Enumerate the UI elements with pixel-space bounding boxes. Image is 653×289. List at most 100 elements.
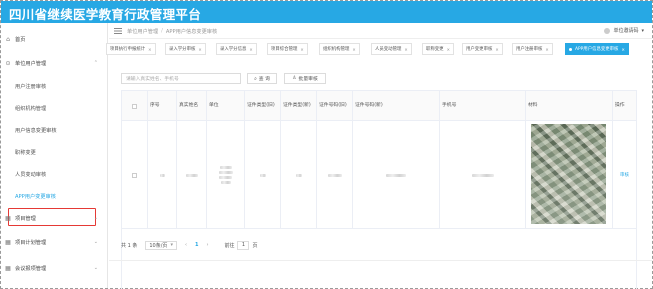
redacted-value [259,173,266,177]
sidebar-group-label: 项目计划管理 [15,239,47,246]
cell-id-type-new [281,121,317,229]
breadcrumb-item: APP用户信息变更审核 [165,28,218,35]
tab-strip: 项目执行申报统计 ✕ 录入学分审核 ✕ 录入学分信息 ✕ 项目综合管理 ✕ 组织机构管理… [106,43,652,57]
sidebar: ⌂ 首页 ⊙ 单位用户管理 ⌃ 用户注册审核 组织机构管理 用户信息变更审核 职… [1,23,108,288]
close-icon[interactable]: ✕ [621,47,624,52]
breadcrumb-item[interactable]: 单位用户管理 [127,28,158,35]
col-header: 证件号码(新) [353,91,440,121]
search-input[interactable]: 请输入真实姓名、手机号 [121,73,241,84]
sidebar-item-staff-change-review[interactable]: 人员变动审核 [15,171,46,178]
close-icon[interactable]: ✕ [300,47,303,52]
sidebar-group-label: 会议报项管理 [15,265,47,272]
close-icon[interactable]: ✕ [148,47,151,52]
sidebar-group-label: 项目管理 [15,215,36,222]
col-header: 操作 [615,103,625,108]
pagination: 共 1 条 10条/页 ▾ ‹ 1 › 前往 1 页 [121,240,257,250]
close-icon[interactable]: ✕ [545,47,548,52]
chevron-down-icon: ⌄ [93,239,98,245]
tab-user-change-review[interactable]: 用户变更审核 ✕ [462,43,503,55]
sidebar-item-register-review[interactable]: 用户注册审核 [15,83,46,90]
tab-staff-change[interactable]: 人员变动管理 ✕ [371,43,412,55]
sidebar-group-project-manage[interactable]: ▦ 项目管理 ⌄ [1,211,108,225]
cell-unit [207,121,245,229]
tab-label: 项目综合管理 [271,47,298,52]
close-icon[interactable]: ✕ [249,47,252,52]
tab-credit-review[interactable]: 录入学分审核 ✕ [165,43,206,55]
user-area[interactable]: 单位邀请码 ▾ [604,27,644,34]
col-header: 证件号码(旧) [317,91,353,121]
tab-org-manage[interactable]: 组织机构管理 ✕ [319,43,360,55]
col-header: 证件类型(新) [281,91,317,121]
close-icon[interactable]: ✕ [404,47,407,52]
redacted-value [219,176,232,179]
user-label: 单位邀请码 [613,28,639,34]
tab-app-info-change[interactable]: APP用户信息变更审核 ✕ [565,43,629,55]
sidebar-item-info-change-review[interactable]: 用户信息变更审核 [15,127,57,134]
sidebar-item-app-change-review[interactable]: APP用户变更审核 [15,193,56,200]
close-icon[interactable]: ✕ [495,47,498,52]
chevron-up-icon: ⌃ [93,60,98,66]
cell-id-number-old [317,121,353,229]
tab-label: 人员变动管理 [375,47,402,52]
grid-icon: ▦ [5,214,11,222]
menu-collapse-icon[interactable] [114,28,122,34]
select-all-cell [122,91,148,121]
tab-title-change[interactable]: 职称变更 ✕ [422,43,454,55]
avatar [604,27,611,34]
cell-index [148,121,177,229]
redacted-value [219,166,232,169]
breadcrumb-separator: / [161,28,163,34]
query-button[interactable]: ⌕ 查 询 [247,73,277,84]
review-link[interactable]: 审核 [620,172,629,178]
sidebar-item-title-change[interactable]: 职称变更 [15,149,36,156]
close-icon[interactable]: ✕ [198,47,201,52]
cell-phone [440,121,526,229]
tab-project-manage[interactable]: 项目综合管理 ✕ [267,43,308,55]
close-icon[interactable]: ✕ [352,47,355,52]
page-size-select[interactable]: 10条/页 ▾ [145,240,177,250]
cell-material [526,121,613,229]
table-row: 审核 [122,121,636,229]
tab-label: 录入学分审核 [169,47,196,52]
cell-action: 审核 [613,121,636,229]
tab-label: APP用户信息变更审核 [575,47,619,52]
sidebar-item-label: 首页 [15,36,26,43]
tab-project-stats[interactable]: 项目执行申报统计 ✕ [106,43,156,55]
redacted-value [327,173,342,177]
tab-label: 录入学分信息 [220,47,247,52]
tab-label: 用户变更审核 [466,47,493,52]
prev-page-icon[interactable]: ‹ [185,242,187,248]
sidebar-group-unit-users[interactable]: ⊙ 单位用户管理 ⌃ [1,56,108,70]
goto-page-input[interactable]: 1 [237,240,250,250]
material-photo[interactable] [531,124,606,224]
row-select-cell [122,121,148,229]
page-size-value: 10条/页 [149,242,168,249]
batch-review-button[interactable]: ♙ 批量审核 [284,73,326,84]
redacted-value [220,181,231,184]
grid-icon: ▦ [5,238,11,246]
redacted-value [159,173,165,177]
current-page[interactable]: 1 [195,242,198,248]
tab-label: 组织机构管理 [323,47,350,52]
tab-user-register-review[interactable]: 用户注册审核 ✕ [512,43,553,55]
redacted-value [218,171,233,174]
close-icon[interactable]: ✕ [447,47,450,52]
tab-credit-info[interactable]: 录入学分信息 ✕ [216,43,257,55]
home-icon: ⌂ [6,35,10,43]
sidebar-item-home[interactable]: ⌂ 首页 [1,32,108,46]
app-title: 四川省继续医学教育行政管理平台 [9,7,202,22]
sidebar-group-project-plan[interactable]: ▦ 项目计划管理 ⌄ [1,235,108,249]
row-checkbox[interactable] [132,172,137,178]
user-icon: ⊙ [5,59,11,67]
select-all-checkbox[interactable] [132,103,137,109]
col-header: 真实姓名 [177,91,207,121]
sidebar-group-label: 单位用户管理 [15,60,47,67]
next-page-icon[interactable]: › [206,242,208,248]
chevron-down-icon: ▾ [170,242,173,248]
redacted-value [295,173,302,177]
tab-label: 职称变更 [426,47,444,52]
sidebar-item-org-manage[interactable]: 组织机构管理 [15,105,46,112]
sidebar-group-meeting[interactable]: ▦ 会议报项管理 ⌄ [1,261,108,275]
cell-name [177,121,207,229]
redacted-value [185,173,198,177]
